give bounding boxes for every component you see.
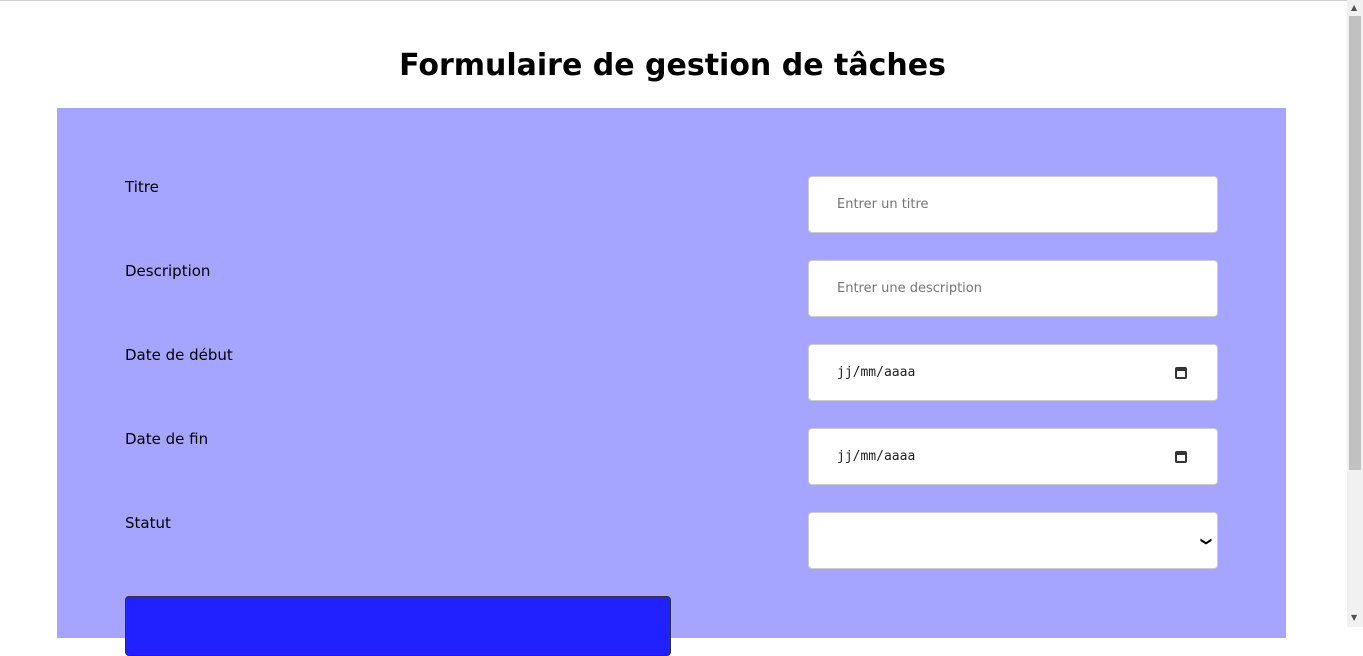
scroll-down-icon[interactable]: ▼	[1351, 613, 1357, 622]
scroll-up-icon[interactable]: ▲	[1351, 3, 1357, 12]
description-label: Description	[125, 262, 211, 280]
status-select[interactable]: ❯	[808, 512, 1218, 569]
top-border	[0, 0, 1347, 1]
page-title: Formulaire de gestion de tâches	[399, 48, 946, 83]
start-date-input[interactable]: jj/mm/aaaa	[808, 344, 1218, 401]
calendar-icon[interactable]	[1175, 366, 1187, 379]
scrollbar-thumb[interactable]	[1349, 16, 1361, 470]
scrollbar[interactable]: ▲ ▼	[1347, 0, 1363, 627]
end-date-input[interactable]: jj/mm/aaaa	[808, 428, 1218, 485]
calendar-icon[interactable]	[1175, 450, 1187, 463]
end-date-label: Date de fin	[125, 430, 209, 448]
start-date-label: Date de début	[125, 346, 233, 364]
submit-button[interactable]	[125, 596, 671, 656]
description-input[interactable]: Entrer une description	[808, 260, 1218, 317]
title-input[interactable]: Entrer un titre	[808, 176, 1218, 233]
status-label: Statut	[125, 514, 171, 532]
title-label: Titre	[125, 178, 159, 196]
end-date-placeholder: jj/mm/aaaa	[837, 449, 916, 464]
start-date-placeholder: jj/mm/aaaa	[837, 365, 916, 380]
task-form: Titre Entrer un titre Description Entrer…	[57, 108, 1286, 656]
chevron-down-icon: ❯	[1199, 536, 1213, 547]
